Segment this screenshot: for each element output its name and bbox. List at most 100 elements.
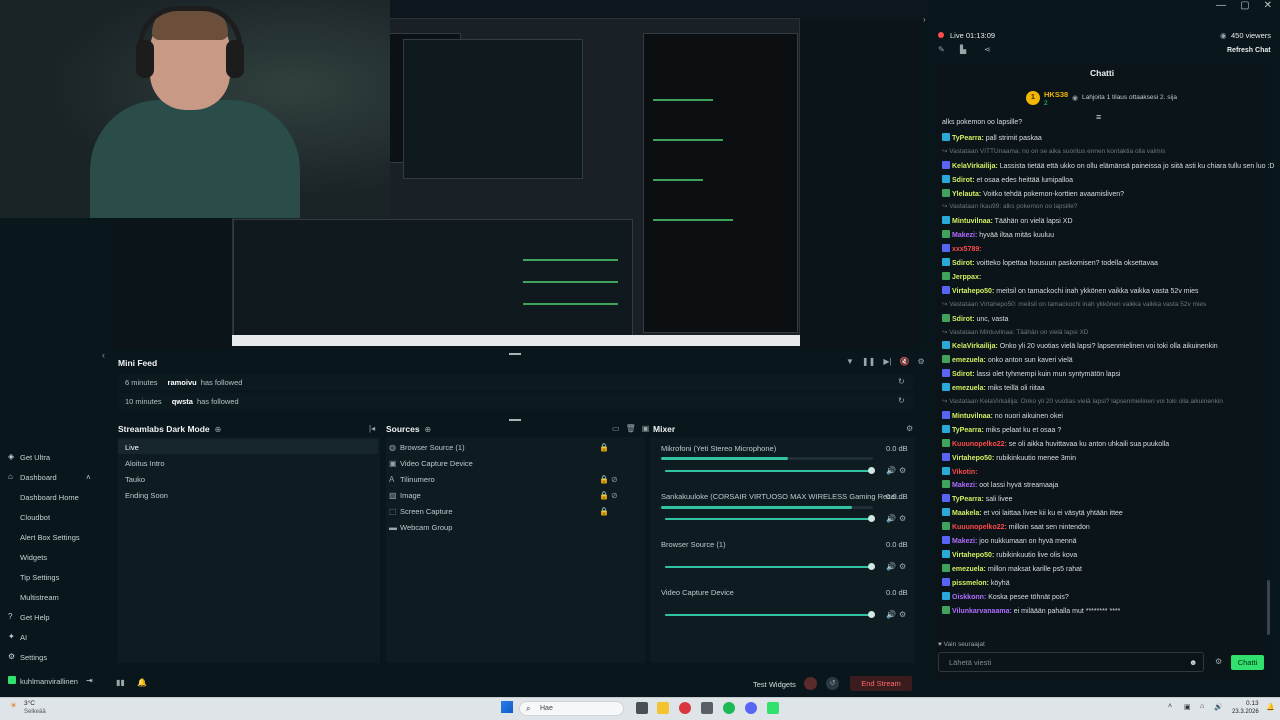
sidebar-item-get-help[interactable]: Get Help (20, 613, 50, 622)
scene-collection-title[interactable]: Streamlabs Dark Mode (118, 424, 210, 434)
mute-icon[interactable]: 🔇 (900, 357, 910, 366)
chat-username[interactable]: pissmelon: (952, 580, 989, 587)
gift-prompt[interactable]: Lahjoita 1 tilaus ottaaksesi 2. sija (1082, 94, 1177, 101)
collapse-icon[interactable]: ≡ (1096, 112, 1101, 122)
chat-username[interactable]: Sdirot: (952, 371, 975, 378)
clock-time[interactable]: 0.13 (1246, 700, 1259, 707)
chat-username[interactable]: emezuela: (952, 385, 986, 392)
lock-icon[interactable]: 🔒 (599, 475, 609, 484)
chat-username[interactable]: Sdirot: (952, 177, 975, 184)
chat-username[interactable]: Kuuunopelko22: (952, 441, 1007, 448)
chat-reply-context[interactable]: ↪ Vastataan KelaVirkailija: Onko yli 20 … (942, 397, 1223, 405)
lock-icon[interactable]: 🔒 (599, 507, 609, 516)
chevron-up-icon[interactable]: ˄ (86, 473, 91, 482)
chat-username[interactable]: Virtahepo50: (952, 455, 994, 462)
close-icon[interactable]: ✕ (1264, 0, 1272, 14)
sidebar-item-dashboard-home[interactable]: Dashboard Home (20, 493, 79, 502)
add-scene-icon[interactable]: ⊕ (215, 425, 222, 434)
gear-icon[interactable]: ⚙ (899, 610, 906, 619)
sidebar-item-ai[interactable]: AI (20, 633, 27, 642)
chat-message[interactable]: Kuuunopelko22: milloin saat sen nintendo… (942, 522, 1090, 531)
emoji-icon[interactable]: ☻ (1189, 658, 1197, 667)
folder-icon[interactable]: ▭ (612, 424, 620, 433)
chat-username[interactable]: Ylelauta: (952, 191, 981, 198)
chat-username[interactable]: Makezi: (952, 482, 977, 489)
record-button[interactable] (804, 677, 817, 690)
spotify-icon[interactable] (723, 702, 735, 714)
volume-knob[interactable] (868, 467, 875, 474)
streamlabs-icon[interactable] (767, 702, 779, 714)
chat-username[interactable]: KelaVirkailija: (952, 163, 998, 170)
gear-icon[interactable]: ⚙ (918, 357, 925, 366)
chat-message[interactable]: Mintuvilnaa: no nuori aikuinen okei (942, 410, 1063, 420)
chat-username[interactable]: KelaVirkailija: (952, 343, 998, 350)
add-source-icon[interactable]: ⊕ (425, 425, 432, 434)
replay-buffer-icon[interactable]: ↺ (826, 677, 839, 690)
chat-send-button[interactable]: Chatti (1231, 655, 1264, 670)
chat-scrollbar[interactable] (1267, 580, 1270, 635)
chat-message[interactable]: emezuela: onko anton sun kaveri vielä (942, 355, 1073, 364)
sidebar-item-alert-box[interactable]: Alert Box Settings (20, 533, 80, 542)
speaker-icon[interactable]: 🔊 (886, 466, 896, 475)
source-item[interactable]: Image (400, 491, 421, 500)
chevron-right-icon[interactable]: › (923, 15, 926, 24)
chat-reply-context[interactable]: ↪ Vastataan Virtahepo50: meitsil on tama… (942, 300, 1206, 308)
chat-message[interactable]: Vilunkarvanaama: ei miläään pahalla mut … (942, 605, 1120, 615)
volume-slider[interactable] (665, 614, 875, 616)
chat-message[interactable]: Virtahepo50: rubikinkuutio menee 3min (942, 452, 1076, 462)
gear-icon[interactable]: ⚙ (1215, 657, 1222, 666)
chat-message[interactable]: Sdirot: lassi olet tyhmempi kuin mun syn… (942, 369, 1120, 378)
volume-knob[interactable] (868, 515, 875, 522)
chat-message[interactable]: Vikotin: (942, 466, 978, 476)
tray-icon[interactable]: ▣ (1184, 703, 1191, 711)
chat-message[interactable]: emezuela: millon maksat karille ps5 raha… (942, 563, 1082, 573)
volume-icon[interactable]: 🔊 (1214, 703, 1223, 711)
gear-icon[interactable]: ⚙ (899, 562, 906, 571)
chat-username[interactable]: Sdirot: (952, 260, 975, 267)
trash-icon[interactable]: 🗑 (626, 424, 636, 433)
chat-message[interactable]: KelaVirkailija: Lassista tietää että ukk… (942, 160, 1274, 170)
chat-message[interactable]: TyPearra: miks pelaat ku et osaa ? (942, 424, 1061, 434)
stats-icon[interactable]: ▮▮ (116, 678, 125, 687)
notification-icon[interactable]: 🔔 (1266, 703, 1275, 711)
chevron-left-icon[interactable]: ‹ (102, 350, 105, 360)
chat-username[interactable]: Virtahepo50: (952, 552, 994, 559)
scene-item[interactable]: Ending Soon (125, 491, 168, 500)
chat-reply-context[interactable]: ↪ Vastataan VITTUnaama: no on se aika su… (942, 147, 1165, 155)
maximize-icon[interactable]: ▢ (1240, 0, 1249, 14)
refresh-chat-button[interactable]: Refresh Chat (1227, 47, 1271, 54)
chat-message[interactable]: Virtahepo50: rubikinkuutio live olis kov… (942, 549, 1077, 559)
chat-username[interactable]: Makezi: (952, 538, 977, 545)
chat-message[interactable]: KelaVirkailija: Onko yli 20 vuotias viel… (942, 341, 1218, 350)
chat-username[interactable]: Vilunkarvanaama: (952, 608, 1012, 615)
chat-message[interactable]: Jerppax: (942, 271, 981, 281)
chat-message[interactable]: Ylelauta: Voitko tehdä pokemon-korttien … (942, 188, 1124, 198)
sidebar-item-get-ultra[interactable]: Get Ultra (20, 453, 50, 462)
chat-reply-context[interactable]: ↪ Vastataan Ikau99: alks pokemon oo laps… (942, 202, 1077, 210)
sidebar-item-multistream[interactable]: Multistream (20, 593, 59, 602)
gear-icon[interactable]: ⚙ (906, 424, 913, 433)
tray-chevron-icon[interactable]: ˄ (1168, 703, 1172, 710)
resize-handle[interactable] (509, 419, 521, 421)
share-icon[interactable]: ⋖ (984, 45, 991, 54)
source-item[interactable]: Webcam Group (400, 523, 452, 532)
weather-temp[interactable]: 3°C (24, 700, 35, 707)
logout-icon[interactable]: ⇥ (86, 676, 93, 685)
chat-username[interactable]: TyPearra: (952, 135, 984, 142)
sidebar-item-widgets[interactable]: Widgets (20, 553, 47, 562)
filter-icon[interactable]: ▼ (846, 357, 854, 366)
chat-username[interactable]: Jerppax: (952, 274, 981, 281)
chat-username[interactable]: Mintuvilnaa: (952, 413, 993, 420)
scene-item[interactable]: Tauko (125, 475, 145, 484)
chat-message[interactable]: Oiskkonn: Koska pesee töhnät pois? (942, 591, 1069, 601)
volume-slider[interactable] (665, 470, 875, 472)
chat-message[interactable]: Mintuvilnaa: Täähän on vielä lapsi XD (942, 216, 1073, 225)
speaker-icon[interactable]: 🔊 (886, 610, 896, 619)
source-item[interactable]: Video Capture Device (400, 459, 473, 468)
speaker-icon[interactable]: 🔊 (886, 514, 896, 523)
source-item[interactable]: Screen Capture (400, 507, 453, 516)
properties-icon[interactable]: ▣ (642, 424, 650, 433)
task-view-icon[interactable] (636, 702, 648, 714)
scene-item[interactable]: Aloitus Intro (125, 459, 165, 468)
visibility-icon[interactable]: ⊘ (611, 491, 618, 500)
